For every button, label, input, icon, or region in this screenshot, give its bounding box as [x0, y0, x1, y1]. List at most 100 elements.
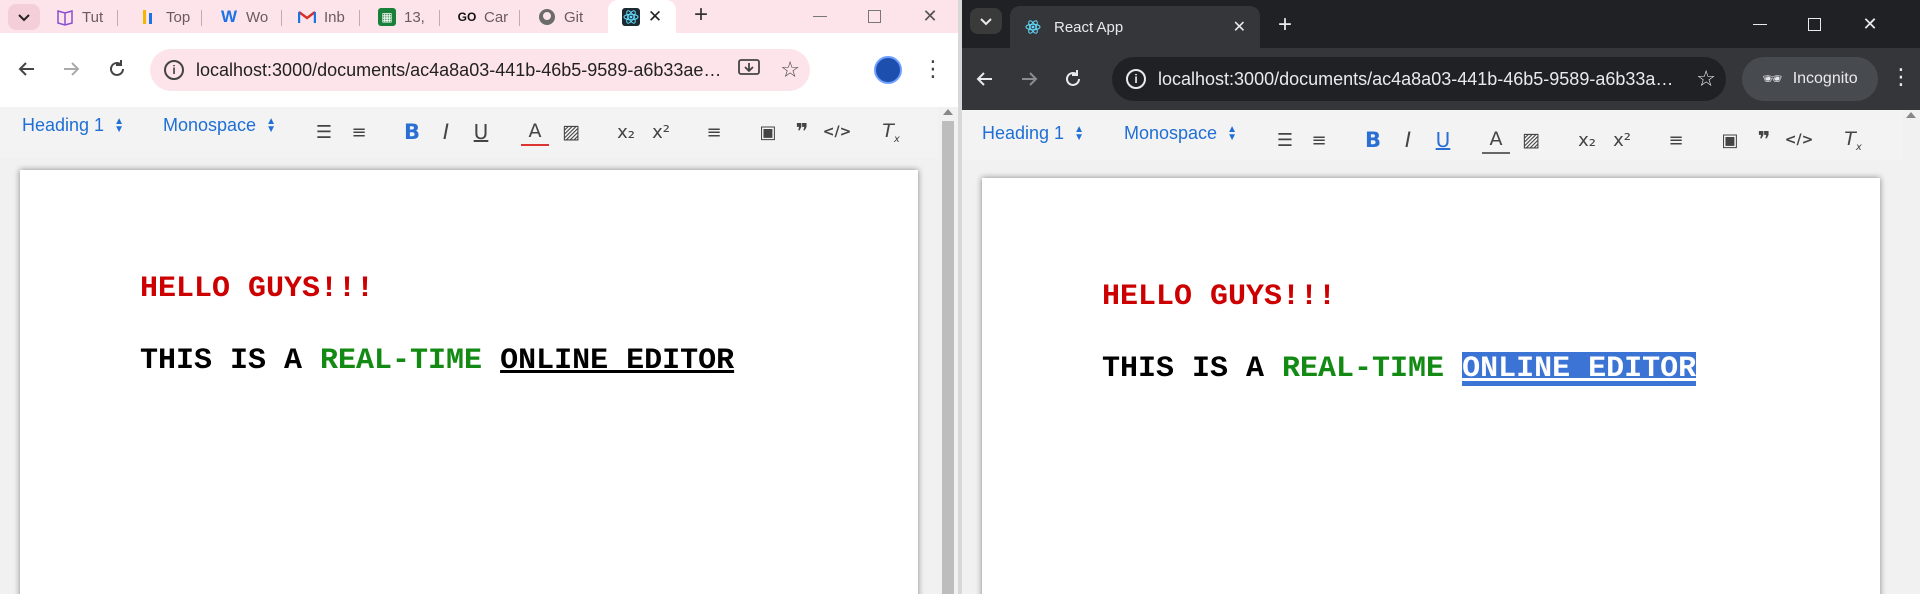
maximize-button[interactable] — [846, 0, 902, 33]
reload-icon — [1066, 70, 1080, 86]
scroll-thumb[interactable] — [942, 121, 954, 594]
code-block-button[interactable]: </> — [1784, 126, 1814, 154]
close-icon[interactable]: ✕ — [648, 7, 662, 27]
image-button[interactable]: ▣ — [754, 118, 782, 146]
italic-icon: I — [442, 120, 450, 144]
font-picker[interactable]: Monospace ▲ ▼ — [163, 115, 276, 136]
blockquote-button[interactable]: ❞ — [1750, 126, 1778, 154]
back-button[interactable] — [10, 52, 44, 86]
image-button[interactable]: ▣ — [1716, 126, 1744, 154]
bullet-list-button[interactable]: ≡ — [345, 118, 373, 146]
window-close-button[interactable]: ✕ — [902, 0, 958, 33]
subscript-button[interactable]: x₂ — [612, 118, 640, 146]
blockquote-button[interactable]: ❞ — [788, 118, 816, 146]
install-app-icon[interactable] — [738, 58, 761, 83]
tab-search-button[interactable] — [970, 8, 1002, 34]
clear-format-icon: Tx — [882, 119, 900, 145]
menu-kebab-icon[interactable]: ⋮ — [922, 58, 944, 80]
reload-button[interactable] — [1056, 62, 1090, 96]
reload-button[interactable] — [100, 52, 134, 86]
bold-button[interactable]: B — [1359, 126, 1387, 154]
tab-tut[interactable]: Tut — [56, 3, 118, 31]
window-close-button[interactable]: ✕ — [1842, 8, 1898, 41]
bullet-list-button[interactable]: ≡ — [1305, 126, 1333, 154]
superscript-button[interactable]: x² — [1608, 126, 1636, 154]
blockquote-icon: ❞ — [795, 119, 809, 145]
italic-button[interactable]: I — [1394, 126, 1422, 154]
tab-car[interactable]: GO Car — [458, 3, 520, 31]
reload-icon — [110, 60, 124, 76]
chevron-down-icon — [18, 14, 30, 22]
forward-button[interactable] — [1012, 62, 1046, 96]
font-picker[interactable]: Monospace ▲ ▼ — [1124, 123, 1237, 144]
text-color-button[interactable]: A — [1482, 126, 1510, 154]
tab-git[interactable]: Git — [538, 3, 600, 31]
ordered-list-button[interactable]: ☰ — [1271, 126, 1299, 154]
clear-formatting-button[interactable]: Tx — [877, 118, 905, 146]
back-arrow-icon — [18, 62, 34, 76]
underline-button[interactable]: U — [467, 118, 495, 146]
new-tab-button[interactable]: + — [1278, 13, 1292, 37]
ordered-list-icon: ☰ — [315, 121, 333, 143]
forward-button[interactable] — [54, 52, 88, 86]
bold-button[interactable]: B — [398, 118, 426, 146]
tab-sheet[interactable]: ▦ 13, — [378, 3, 440, 31]
tab-top[interactable]: Top — [140, 3, 202, 31]
tab-inbox[interactable]: Inb — [298, 3, 360, 31]
vertical-scrollbar[interactable] — [938, 107, 958, 594]
superscript-icon: x² — [1613, 129, 1631, 151]
text-color-button[interactable]: A — [521, 118, 549, 146]
heading-picker[interactable]: Heading 1 ▲ ▼ — [22, 115, 124, 136]
back-arrow-icon — [976, 72, 992, 86]
underline-button[interactable]: U — [1429, 126, 1457, 154]
bookmark-star-icon[interactable]: ☆ — [1696, 66, 1716, 92]
align-button[interactable]: ≡ — [700, 118, 728, 146]
background-color-button[interactable]: ▨ — [1517, 126, 1545, 154]
align-button[interactable]: ≡ — [1662, 126, 1690, 154]
profile-avatar[interactable] — [874, 56, 902, 84]
align-left-icon: ≡ — [706, 121, 722, 143]
code-icon: </> — [822, 124, 852, 140]
code-block-button[interactable]: </> — [822, 118, 852, 146]
site-info-icon[interactable]: i — [1126, 69, 1146, 89]
vertical-scrollbar[interactable] — [1902, 110, 1920, 594]
bookmark-star-icon[interactable]: ☆ — [780, 57, 800, 83]
updown-chevron-icon: ▲ ▼ — [114, 115, 124, 135]
close-icon[interactable]: ✕ — [1233, 17, 1246, 37]
tab-react-app[interactable]: React App ✕ — [1010, 6, 1260, 48]
tab-react-app-active[interactable]: ✕ — [608, 0, 676, 33]
updown-chevron-icon: ▲ ▼ — [1227, 123, 1237, 143]
site-info-icon[interactable]: i — [164, 60, 184, 80]
heading-picker[interactable]: Heading 1 ▲ ▼ — [982, 123, 1084, 144]
document-page[interactable]: HELLO GUYS!!! THIS IS A REAL-TIME ONLINE… — [982, 178, 1880, 594]
forward-arrow-icon — [1022, 72, 1038, 86]
document-page[interactable]: HELLO GUYS!!! THIS IS A REAL-TIME ONLINE… — [20, 170, 918, 594]
superscript-button[interactable]: x² — [647, 118, 675, 146]
minimize-button[interactable] — [792, 0, 848, 33]
menu-kebab-icon[interactable]: ⋮ — [1890, 66, 1912, 88]
maximize-button[interactable] — [1786, 8, 1842, 41]
scroll-up-arrow-icon[interactable] — [943, 109, 953, 115]
minimize-button[interactable] — [1732, 8, 1788, 41]
new-tab-button[interactable]: + — [694, 3, 708, 27]
code-icon: </> — [1784, 132, 1814, 148]
maximize-icon — [867, 10, 881, 23]
scroll-up-arrow-icon[interactable] — [1906, 112, 1916, 118]
address-bar[interactable]: i localhost:3000/documents/ac4a8a03-441b… — [1112, 57, 1726, 101]
tab-label: Top — [166, 8, 191, 26]
ordered-list-button[interactable]: ☰ — [310, 118, 338, 146]
address-bar[interactable]: i localhost:3000/documents/ac4a8a03-441b… — [150, 49, 810, 91]
heading-picker-label: Heading 1 — [982, 123, 1065, 143]
incognito-label: Incognito — [1792, 70, 1858, 87]
tab-search-button[interactable] — [8, 4, 40, 30]
italic-button[interactable]: I — [432, 118, 460, 146]
tab-wo[interactable]: W Wo — [220, 3, 282, 31]
background-color-button[interactable]: ▨ — [557, 118, 585, 146]
back-button[interactable] — [968, 62, 1002, 96]
incognito-badge[interactable]: 🕶 Incognito — [1742, 57, 1878, 101]
tab-label: Tut — [82, 8, 104, 26]
text-color-icon: A — [528, 120, 542, 142]
subscript-button[interactable]: x₂ — [1573, 126, 1601, 154]
clear-formatting-button[interactable]: Tx — [1839, 126, 1867, 154]
superscript-icon: x² — [652, 121, 670, 143]
